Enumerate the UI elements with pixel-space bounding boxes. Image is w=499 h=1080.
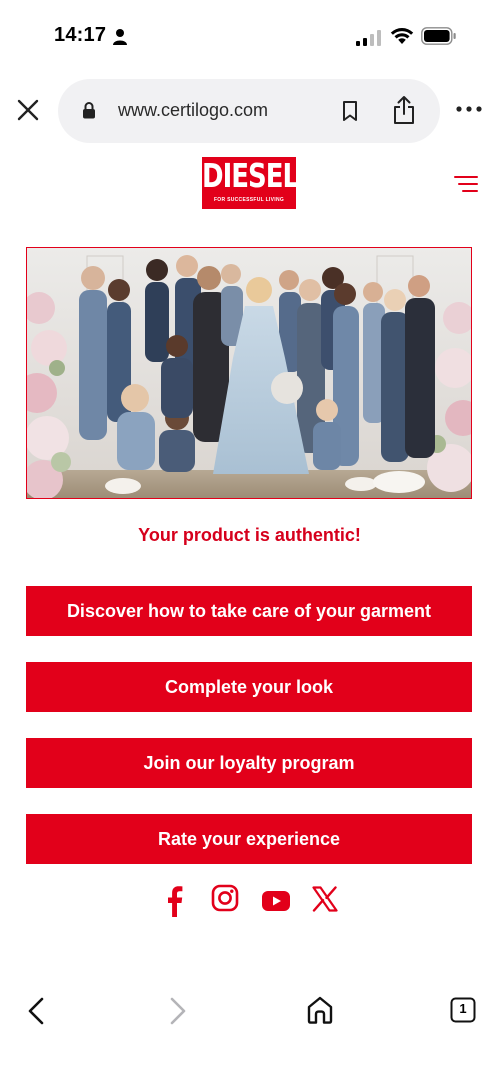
diesel-logo[interactable]: DIESEL FOR SUCCESSFUL LIVING xyxy=(202,157,299,209)
facebook-icon[interactable] xyxy=(164,884,184,918)
group-photo xyxy=(27,248,471,498)
battery-icon xyxy=(421,27,456,45)
cellular-signal-icon xyxy=(356,30,381,46)
care-guide-button[interactable]: Discover how to take care of your garmen… xyxy=(26,586,472,636)
url-text: www.certilogo.com xyxy=(118,100,269,120)
home-icon[interactable] xyxy=(306,995,334,1025)
forward-icon[interactable] xyxy=(168,996,188,1026)
loyalty-program-button[interactable]: Join our loyalty program xyxy=(26,738,472,788)
wifi-icon xyxy=(390,28,414,44)
complete-look-button[interactable]: Complete your look xyxy=(26,662,472,712)
authentic-message: Your product is authentic! xyxy=(138,525,361,545)
rate-experience-button[interactable]: Rate your experience xyxy=(26,814,472,864)
close-icon[interactable] xyxy=(14,96,42,124)
bookmark-icon[interactable] xyxy=(341,100,359,122)
share-icon[interactable] xyxy=(392,95,416,125)
hero-image xyxy=(26,247,472,499)
hamburger-menu-icon[interactable] xyxy=(453,174,479,194)
person-icon xyxy=(113,29,127,45)
status-bar: 14:17 xyxy=(0,0,499,72)
browser-toolbar: 1 xyxy=(0,980,499,1080)
browser-address-bar: www.certilogo.com xyxy=(0,76,499,146)
tab-count: 1 xyxy=(459,1001,467,1016)
lock-icon xyxy=(83,102,95,119)
back-icon[interactable] xyxy=(26,996,46,1026)
url-field[interactable]: www.certilogo.com xyxy=(58,79,440,143)
youtube-icon[interactable] xyxy=(262,890,290,912)
instagram-icon[interactable] xyxy=(211,884,239,912)
tabs-button[interactable]: 1 xyxy=(450,997,476,1023)
logo-tagline: FOR SUCCESSFUL LIVING xyxy=(213,197,285,203)
site-header: DIESEL FOR SUCCESSFUL LIVING xyxy=(0,150,499,218)
x-icon[interactable] xyxy=(312,886,338,912)
social-links xyxy=(0,884,499,920)
more-options-icon[interactable] xyxy=(455,104,483,114)
status-time: 14:17 xyxy=(54,24,107,46)
logo-wordmark: DIESEL xyxy=(202,158,299,196)
